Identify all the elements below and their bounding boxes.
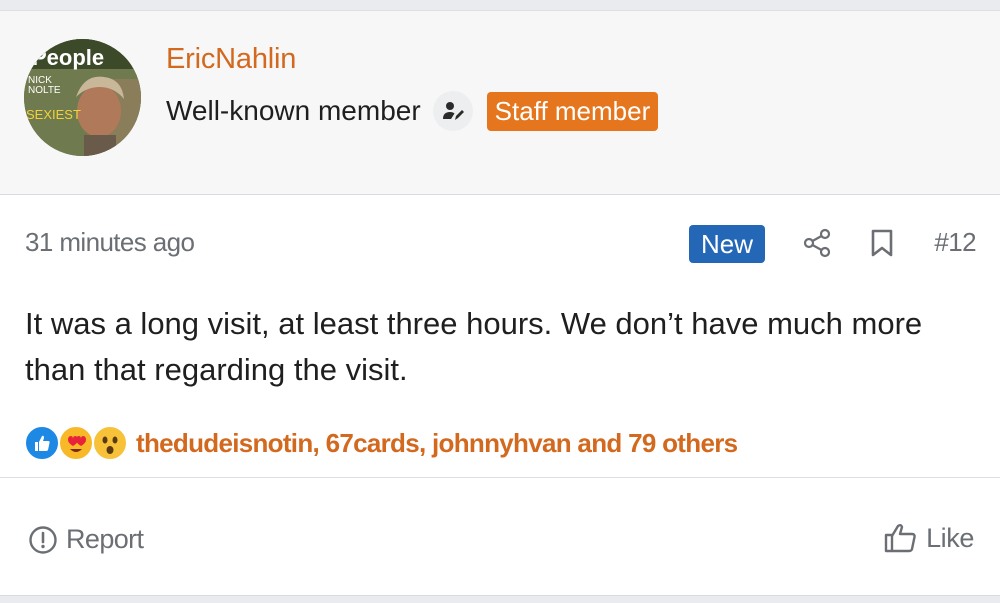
- user-title: Well-known member: [166, 95, 421, 126]
- bookmark-icon[interactable]: [868, 227, 896, 259]
- post-number[interactable]: #12: [934, 227, 976, 258]
- post-footer: Report Like: [0, 477, 1000, 597]
- post-user-block: People NICK NOLTE SEXIEST EricNahlin Wel…: [0, 11, 1000, 195]
- report-label: Report: [66, 524, 144, 554]
- alert-circle-icon: [29, 525, 57, 554]
- love-reaction-icon: [58, 425, 94, 461]
- forum-post: People NICK NOLTE SEXIEST EricNahlin Wel…: [0, 10, 1000, 596]
- new-badge: New: [689, 225, 765, 263]
- avatar[interactable]: People NICK NOLTE SEXIEST: [24, 39, 141, 156]
- avatar-magazine-text: People: [32, 45, 104, 70]
- like-button[interactable]: Like: [884, 522, 974, 554]
- reactions-list[interactable]: thedudeisnotin, 67cards, johnnyhvan and …: [136, 428, 738, 459]
- staff-badge: Staff member: [486, 91, 659, 131]
- post-message: It was a long visit, at least three hour…: [25, 306, 923, 387]
- user-edit-icon: [432, 91, 473, 131]
- avatar-image: People NICK NOLTE SEXIEST: [24, 39, 141, 156]
- svg-text:NOLTE: NOLTE: [28, 85, 61, 96]
- user-title-row: Well-known member Staff member: [166, 89, 659, 133]
- reactions-bar[interactable]: thedudeisnotin, 67cards, johnnyhvan and …: [24, 423, 738, 463]
- post-meta-row: 31 minutes ago New #12: [0, 221, 1000, 267]
- like-label: Like: [926, 522, 974, 553]
- reaction-icons[interactable]: [24, 425, 132, 461]
- report-button[interactable]: Report: [28, 524, 144, 555]
- like-reaction-icon: [24, 425, 60, 461]
- thumbs-up-icon: [884, 524, 916, 553]
- wow-reaction-icon: [92, 425, 128, 461]
- username[interactable]: EricNahlin: [166, 43, 296, 76]
- post-timestamp[interactable]: 31 minutes ago: [25, 227, 195, 258]
- share-icon[interactable]: [801, 227, 833, 259]
- svg-text:SEXIEST: SEXIEST: [26, 107, 81, 122]
